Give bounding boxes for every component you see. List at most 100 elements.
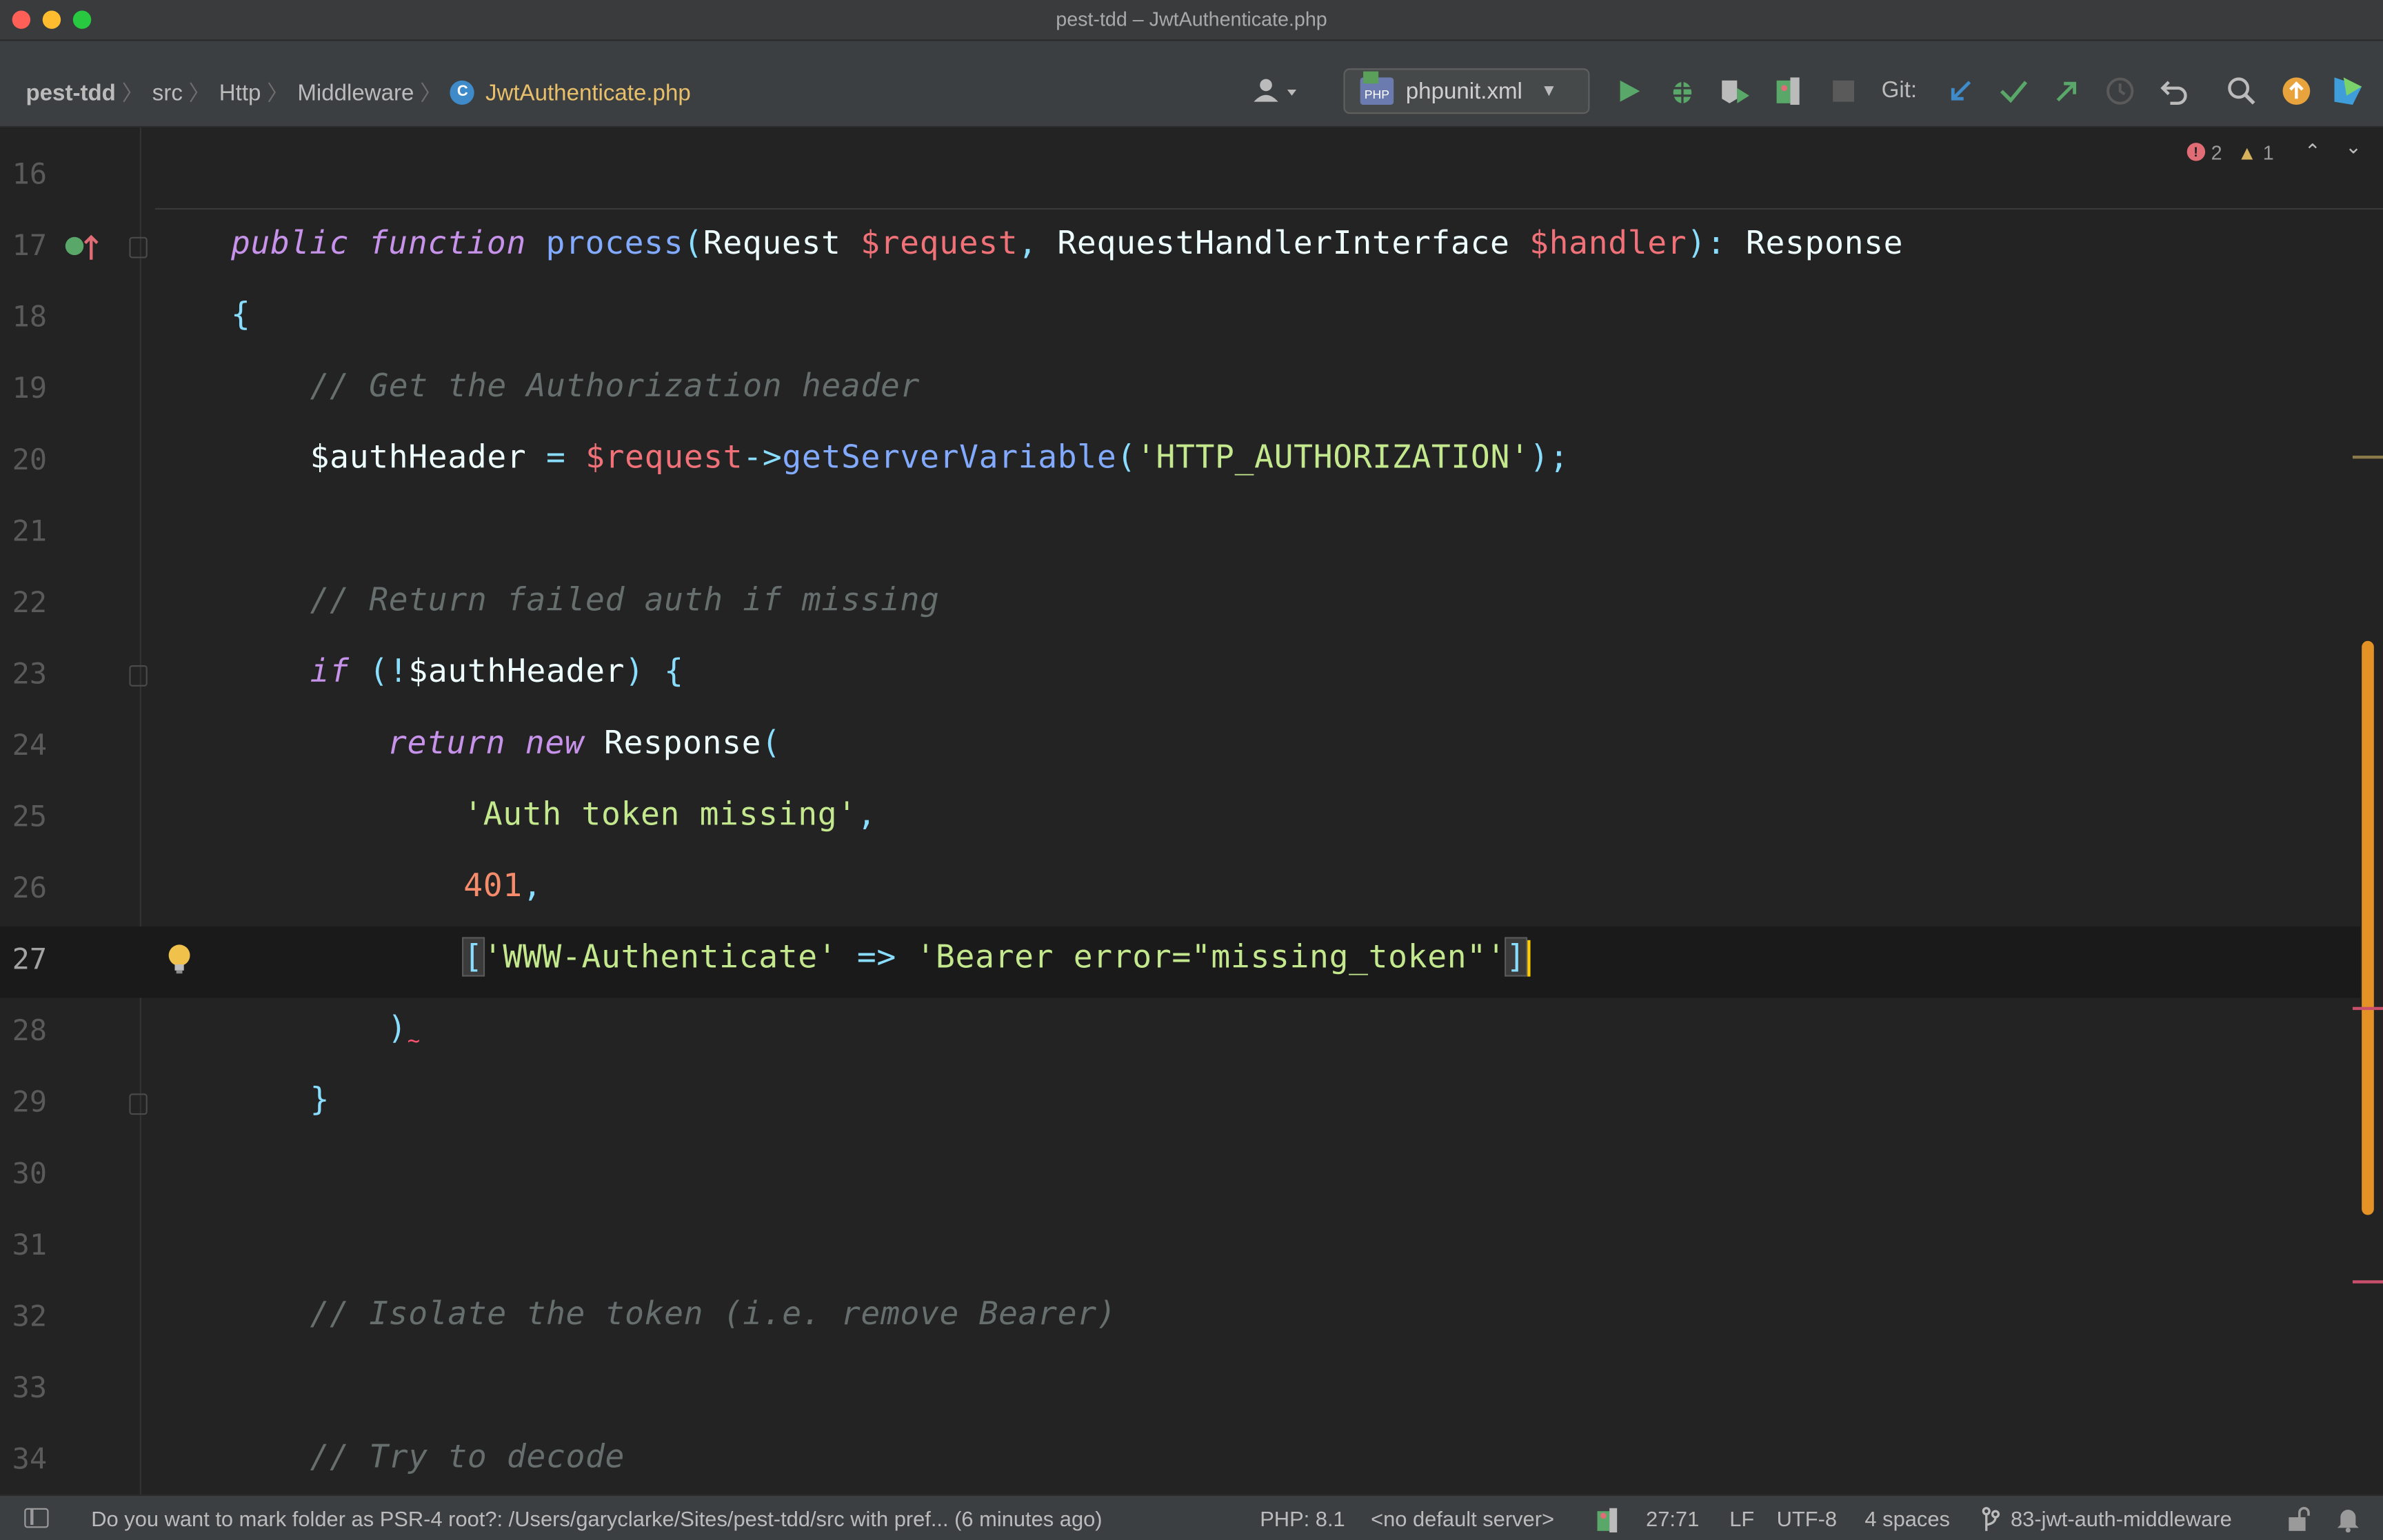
token-punctuation: ( <box>1116 438 1136 476</box>
warning-stripe-marker[interactable] <box>2352 455 2383 459</box>
code-line: 32 // Isolate the token (i.e. remove Bea… <box>0 1284 2360 1355</box>
token-punctuation: ( <box>683 225 703 261</box>
code-line: 25 'Auth token missing', <box>0 784 2360 855</box>
history-icon[interactable] <box>2103 74 2136 108</box>
debug-icon[interactable] <box>1666 74 1699 108</box>
token-comment: // Return failed auth if missing <box>310 581 940 618</box>
status-message[interactable]: Do you want to mark folder as PSR-4 root… <box>91 1507 1102 1531</box>
token-string: 'HTTP_AUTHORIZATION' <box>1136 438 1530 476</box>
code-text: 'Auth token missing', <box>463 796 876 832</box>
token-punctuation: , <box>522 867 543 904</box>
line-number: 31 <box>12 1228 48 1262</box>
toggle-tool-windows-icon[interactable] <box>24 1508 49 1528</box>
error-stripe-marker[interactable] <box>2352 1280 2383 1284</box>
update-available-icon[interactable] <box>2280 74 2313 108</box>
code-text: return new Response( <box>388 725 781 761</box>
file-encoding-widget[interactable]: UTF-8 <box>1777 1507 1837 1531</box>
token-number: 401 <box>463 867 523 904</box>
code-line: 28 )~ <box>0 998 2360 1070</box>
git-commit-icon[interactable] <box>1997 74 2030 108</box>
php-class-icon: C <box>450 80 475 105</box>
code-line: 31 <box>0 1212 2360 1284</box>
php-config-icon: PHP <box>1360 71 1394 105</box>
code-line: 16 <box>0 141 2360 213</box>
line-number: 34 <box>12 1443 48 1477</box>
breadcrumb-item-src[interactable]: src <box>152 80 183 105</box>
token-keyword: function <box>368 225 526 261</box>
lock-open-icon[interactable] <box>2287 1505 2311 1537</box>
php-version-widget[interactable]: PHP: 8.1 <box>1260 1507 1345 1531</box>
ide-logo-icon[interactable] <box>2331 74 2364 108</box>
code-line: 23 if (!$authHeader) { <box>0 641 2360 713</box>
token-punctuation: ) { <box>625 653 684 690</box>
line-number: 18 <box>12 301 48 334</box>
intention-bulb-icon[interactable] <box>167 943 191 984</box>
indent-widget[interactable]: 4 spaces <box>1864 1507 1950 1531</box>
code-text: // Try to decode <box>310 1438 625 1475</box>
rollback-icon[interactable] <box>2158 74 2191 108</box>
line-number: 19 <box>12 372 48 406</box>
stop-icon[interactable] <box>1827 74 1860 108</box>
git-push-icon[interactable] <box>2050 74 2083 108</box>
code-editor[interactable]: ! 2 ▲ 1 ⌃ ⌄ 16 17 public function proces… <box>0 128 2383 1495</box>
token-variable: $authHeader <box>310 438 527 476</box>
token-operator: => <box>856 938 896 975</box>
token-type: Response <box>1745 225 1904 261</box>
code-text: // Isolate the token (i.e. remove Bearer… <box>310 1295 1117 1332</box>
code-line: 26 401, <box>0 855 2360 926</box>
implements-method-icon[interactable] <box>64 232 101 270</box>
token-punctuation: , <box>1018 225 1038 261</box>
notifications-icon[interactable] <box>2336 1505 2360 1537</box>
breadcrumb-item-file[interactable]: JwtAuthenticate.php <box>485 80 691 105</box>
breadcrumb-item-http[interactable]: Http <box>219 80 261 105</box>
code-text: // Get the Authorization header <box>310 367 920 404</box>
token-punctuation: ); <box>1529 438 1569 476</box>
token-punctuation: ): <box>1687 225 1727 261</box>
token-string: 'Bearer error="missing_token"' <box>916 938 1507 975</box>
token-comment: // Try to decode <box>310 1438 625 1475</box>
code-text: )~ <box>388 1010 421 1054</box>
token-string: 'Auth token missing' <box>463 796 857 833</box>
code-text: 401, <box>463 867 542 904</box>
git-update-icon[interactable] <box>1944 74 1977 108</box>
line-number: 25 <box>12 800 48 834</box>
fold-marker-icon[interactable] <box>129 1093 148 1115</box>
token-variable: $request <box>861 225 1018 261</box>
git-label: Git: <box>1881 77 1918 103</box>
vertical-scrollbar[interactable] <box>2362 640 2374 1215</box>
code-line: 17 public function process(Request $requ… <box>0 212 2360 284</box>
line-number: 27 <box>12 943 48 977</box>
run-configuration-select[interactable]: PHP phpunit.xml ▼ <box>1343 68 1590 114</box>
line-number: 16 <box>12 158 48 192</box>
profile-icon[interactable] <box>1772 74 1805 108</box>
fold-marker-icon[interactable] <box>129 236 148 259</box>
breadcrumb-item-middleware[interactable]: Middleware <box>297 80 414 105</box>
git-branch-widget[interactable]: 83-jwt-auth-middleware <box>2011 1507 2232 1531</box>
line-number: 33 <box>12 1371 48 1405</box>
title-bar: pest-tdd – JwtAuthenticate.php <box>0 0 2383 41</box>
code-text: public function process(Request $request… <box>231 225 1903 261</box>
line-separator-widget[interactable]: LF <box>1729 1507 1754 1531</box>
deployment-server-widget[interactable]: <no default server> <box>1371 1507 1554 1531</box>
user-dropdown-icon[interactable] <box>1249 74 1307 108</box>
breadcrumb-separator: 〉 <box>121 80 143 105</box>
search-icon[interactable] <box>2225 74 2258 108</box>
coverage-icon[interactable] <box>1719 74 1752 108</box>
token-punctuation: (! <box>369 653 409 690</box>
run-icon[interactable] <box>1613 74 1646 108</box>
code-line: 30 <box>0 1141 2360 1213</box>
code-line-current: 27 ['WWW-Authenticate' => 'Bearer error=… <box>0 926 2360 998</box>
token-type: Request <box>703 225 841 261</box>
code-line: 18 { <box>0 284 2360 356</box>
profiler-icon[interactable] <box>1593 1503 1623 1539</box>
error-squiggle[interactable]: ~ <box>408 1030 421 1054</box>
error-stripe-marker[interactable] <box>2352 1006 2383 1011</box>
fold-marker-icon[interactable] <box>129 665 148 687</box>
code-text: if (!$authHeader) { <box>310 653 684 689</box>
breadcrumb-item-project[interactable]: pest-tdd <box>26 80 115 105</box>
window-title: pest-tdd – JwtAuthenticate.php <box>1056 8 1327 31</box>
caret-position-widget[interactable]: 27:71 <box>1646 1507 1699 1531</box>
chevron-down-icon: ▼ <box>1540 81 1558 101</box>
breadcrumb-separator: 〉 <box>420 80 442 105</box>
line-number: 29 <box>12 1086 48 1119</box>
